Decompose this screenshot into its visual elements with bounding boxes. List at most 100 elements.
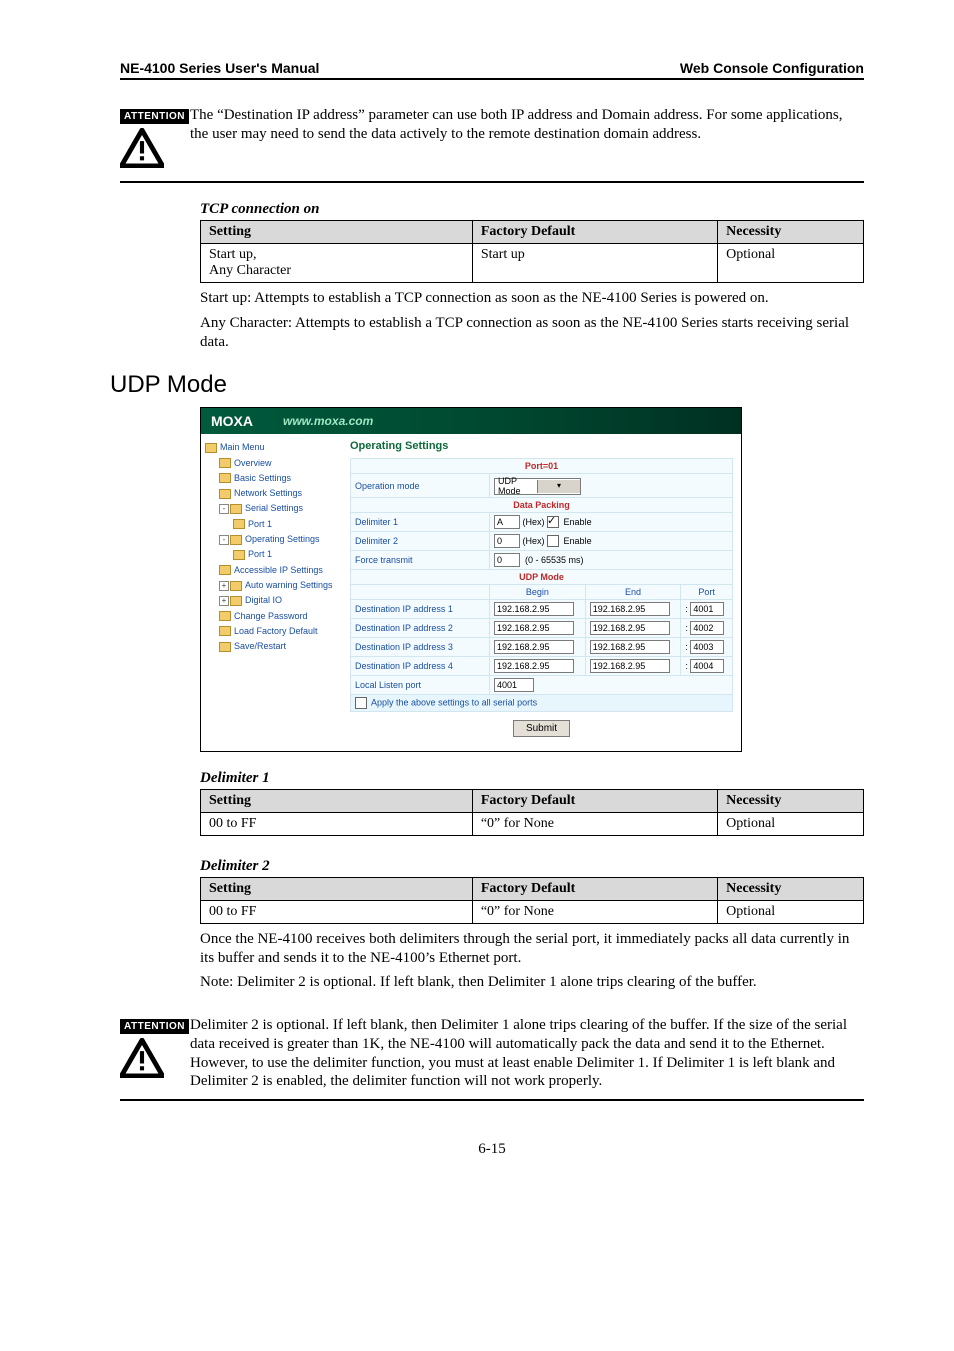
col-default: Factory Default bbox=[472, 877, 717, 900]
cell-default: “0” for None bbox=[472, 812, 717, 835]
page-header: NE-4100 Series User's Manual Web Console… bbox=[120, 60, 864, 80]
operation-mode-select[interactable]: UDP Mode▾ bbox=[494, 478, 581, 495]
tcp-note-anychar: Any Character: Attempts to establish a T… bbox=[200, 314, 864, 352]
tcp-caption: TCP connection on bbox=[200, 201, 864, 218]
nav-auto-warning[interactable]: +Auto warning Settings bbox=[219, 578, 340, 593]
col-default: Factory Default bbox=[472, 789, 717, 812]
nav-serial-port1[interactable]: Port 1 bbox=[233, 517, 340, 532]
hex-hint: (Hex) bbox=[523, 536, 545, 546]
attention-label: ATTENTION bbox=[120, 1019, 189, 1034]
label-force-transmit: Force transmit bbox=[351, 550, 490, 569]
label-delimiter-1: Delimiter 1 bbox=[351, 512, 490, 531]
attention-label: ATTENTION bbox=[120, 109, 189, 124]
col-setting: Setting bbox=[201, 877, 473, 900]
dst2-end[interactable] bbox=[590, 621, 670, 635]
delimiter1-table: Setting Factory Default Necessity 00 to … bbox=[200, 789, 864, 836]
dst3-begin[interactable] bbox=[494, 640, 574, 654]
col-begin: Begin bbox=[490, 584, 586, 599]
enable-label: Enable bbox=[564, 536, 592, 546]
force-transmit-input[interactable] bbox=[494, 553, 520, 567]
delimiter-body-1: Once the NE-4100 receives both delimiter… bbox=[200, 930, 864, 968]
label-operation-mode: Operation mode bbox=[351, 474, 490, 498]
udp-mode-section: UDP Mode bbox=[351, 569, 733, 584]
label-dst2: Destination IP address 2 bbox=[351, 618, 490, 637]
nav-digital-io[interactable]: +Digital IO bbox=[219, 593, 340, 608]
tcp-note-startup: Start up: Attempts to establish a TCP co… bbox=[200, 289, 864, 308]
nav-serial-settings[interactable]: -Serial Settings bbox=[219, 501, 340, 516]
dst2-port[interactable] bbox=[690, 621, 724, 635]
warning-icon bbox=[120, 128, 164, 168]
port-section: Port=01 bbox=[351, 459, 733, 474]
nav-overview[interactable]: Overview bbox=[219, 456, 340, 471]
chapter-title: Web Console Configuration bbox=[680, 60, 864, 76]
col-setting: Setting bbox=[201, 221, 473, 244]
nav-load-factory-default[interactable]: Load Factory Default bbox=[219, 624, 340, 639]
page-number: 6-15 bbox=[120, 1141, 864, 1158]
cell-setting-1: Start up, bbox=[209, 247, 464, 263]
dst2-begin[interactable] bbox=[494, 621, 574, 635]
label-delimiter-2: Delimiter 2 bbox=[351, 531, 490, 550]
col-setting: Setting bbox=[201, 789, 473, 812]
enable-label: Enable bbox=[564, 517, 592, 527]
nav-operating-port1[interactable]: Port 1 bbox=[233, 547, 340, 562]
dst4-begin[interactable] bbox=[494, 659, 574, 673]
col-port: Port bbox=[681, 584, 733, 599]
chevron-down-icon: ▾ bbox=[537, 480, 580, 493]
nav-network-settings[interactable]: Network Settings bbox=[219, 486, 340, 501]
attention-text: Delimiter 2 is optional. If left blank, … bbox=[190, 1016, 864, 1091]
nav-save-restart[interactable]: Save/Restart bbox=[219, 639, 340, 654]
webshot-header: MOXA www.moxa.com bbox=[201, 408, 741, 434]
attention-block-1: ATTENTION The “Destination IP address” p… bbox=[120, 106, 864, 183]
nav-accessible-ip[interactable]: Accessible IP Settings bbox=[219, 563, 340, 578]
manual-title: NE-4100 Series User's Manual bbox=[120, 60, 319, 76]
udp-mode-heading: UDP Mode bbox=[110, 371, 864, 399]
apply-all-checkbox[interactable] bbox=[355, 697, 367, 709]
dst1-begin[interactable] bbox=[494, 602, 574, 616]
delimiter-body-2: Note: Delimiter 2 is optional. If left b… bbox=[200, 973, 864, 992]
nav-operating-settings[interactable]: -Operating Settings bbox=[219, 532, 340, 547]
cell-default: Start up bbox=[472, 244, 717, 283]
web-console-screenshot: MOXA www.moxa.com Main Menu Overview Bas… bbox=[200, 407, 742, 752]
col-end: End bbox=[585, 584, 681, 599]
col-necessity: Necessity bbox=[718, 877, 864, 900]
tcp-table: Setting Factory Default Necessity Start … bbox=[200, 220, 864, 283]
apply-all-label: Apply the above settings to all serial p… bbox=[371, 697, 537, 707]
attention-block-2: ATTENTION Delimiter 2 is optional. If le… bbox=[120, 1016, 864, 1101]
warning-icon bbox=[120, 1038, 164, 1078]
force-hint: (0 - 65535 ms) bbox=[525, 555, 584, 565]
submit-button[interactable]: Submit bbox=[513, 720, 570, 737]
dst3-end[interactable] bbox=[590, 640, 670, 654]
dst1-port[interactable] bbox=[690, 602, 724, 616]
delimiter2-caption: Delimiter 2 bbox=[200, 858, 864, 875]
cell-setting: 00 to FF bbox=[201, 900, 473, 923]
hex-hint: (Hex) bbox=[523, 517, 545, 527]
delimiter-1-enable-checkbox[interactable] bbox=[547, 516, 559, 528]
dst3-port[interactable] bbox=[690, 640, 724, 654]
dst4-end[interactable] bbox=[590, 659, 670, 673]
nav-main[interactable]: Main Menu bbox=[205, 440, 340, 455]
label-local-listen: Local Listen port bbox=[351, 675, 490, 694]
moxa-logo: MOXA bbox=[211, 413, 253, 429]
nav-change-password[interactable]: Change Password bbox=[219, 609, 340, 624]
dst4-port[interactable] bbox=[690, 659, 724, 673]
col-necessity: Necessity bbox=[718, 221, 864, 244]
delimiter-1-input[interactable] bbox=[494, 515, 520, 529]
attention-text: The “Destination IP address” parameter c… bbox=[190, 106, 864, 144]
delimiter-2-input[interactable] bbox=[494, 534, 520, 548]
col-necessity: Necessity bbox=[718, 789, 864, 812]
local-listen-input[interactable] bbox=[494, 678, 534, 692]
cell-setting: 00 to FF bbox=[201, 812, 473, 835]
dst1-end[interactable] bbox=[590, 602, 670, 616]
cell-necessity: Optional bbox=[718, 812, 864, 835]
label-dst4: Destination IP address 4 bbox=[351, 656, 490, 675]
delimiter2-table: Setting Factory Default Necessity 00 to … bbox=[200, 877, 864, 924]
delimiter-2-enable-checkbox[interactable] bbox=[547, 535, 559, 547]
label-dst3: Destination IP address 3 bbox=[351, 637, 490, 656]
config-table: Port=01 Operation mode UDP Mode▾ Data Pa… bbox=[350, 458, 733, 712]
cell-setting-2: Any Character bbox=[209, 263, 464, 279]
nav-basic-settings[interactable]: Basic Settings bbox=[219, 471, 340, 486]
moxa-url: www.moxa.com bbox=[283, 414, 373, 428]
data-packing-section: Data Packing bbox=[351, 497, 733, 512]
cell-necessity: Optional bbox=[718, 900, 864, 923]
col-default: Factory Default bbox=[472, 221, 717, 244]
